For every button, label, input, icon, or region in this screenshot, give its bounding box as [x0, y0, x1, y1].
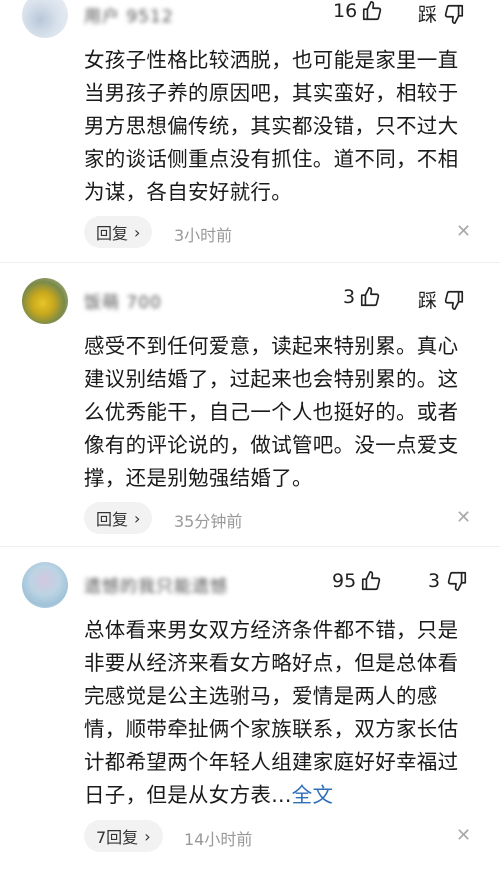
- thumbs-up-icon: [360, 570, 382, 592]
- timestamp: 3小时前: [174, 226, 233, 245]
- thumbs-down-icon: [446, 570, 468, 592]
- username[interactable]: 用户 9512: [84, 2, 174, 27]
- timestamp: 35分钟前: [174, 512, 243, 531]
- username[interactable]: 遗憾的我只能遗憾: [84, 572, 228, 597]
- comment-text-content: 总体看来男女双方经济条件都不错，只是非要从经济来看女方略好点，但是总体看完感觉是…: [84, 618, 459, 807]
- close-icon[interactable]: ✕: [456, 825, 471, 846]
- reply-label: 7回复: [96, 828, 139, 847]
- like-button[interactable]: 16: [333, 0, 383, 22]
- thumbs-up-icon: [359, 286, 381, 308]
- close-icon[interactable]: ✕: [456, 221, 471, 242]
- username[interactable]: 饭萌 700: [84, 288, 162, 313]
- like-button[interactable]: 3: [343, 286, 381, 308]
- thumbs-up-icon: [361, 0, 383, 22]
- dislike-button[interactable]: 踩: [418, 286, 465, 313]
- like-count: 3: [343, 286, 356, 308]
- dislike-button[interactable]: 踩: [418, 0, 465, 27]
- avatar[interactable]: [22, 562, 68, 608]
- reply-button[interactable]: 7回复 ›: [84, 820, 163, 852]
- dislike-label: 踩: [418, 4, 438, 26]
- like-button[interactable]: 95: [332, 570, 382, 592]
- divider: [0, 546, 500, 547]
- chevron-right-icon: ›: [134, 222, 141, 242]
- chevron-right-icon: ›: [144, 826, 151, 846]
- avatar[interactable]: [22, 278, 68, 324]
- timestamp: 14小时前: [184, 830, 253, 849]
- like-count: 95: [332, 570, 357, 592]
- comment-text: 感受不到任何爱意，读起来特别累。真心建议别结婚了，过起来也会特别累的。这么优秀能…: [84, 334, 459, 490]
- reply-label: 回复: [96, 510, 129, 529]
- like-count: 16: [333, 0, 358, 22]
- dislike-label: 踩: [418, 290, 438, 312]
- chevron-right-icon: ›: [134, 508, 141, 528]
- expand-fulltext-link[interactable]: 全文: [292, 783, 334, 807]
- reply-label: 回复: [96, 224, 129, 243]
- divider: [0, 262, 500, 263]
- reply-button[interactable]: 回复 ›: [84, 502, 153, 534]
- thumbs-down-icon: [443, 289, 465, 311]
- dislike-button[interactable]: 3: [428, 570, 468, 592]
- thumbs-down-icon: [443, 3, 465, 25]
- avatar[interactable]: [22, 0, 68, 38]
- dislike-count: 3: [428, 570, 441, 592]
- close-icon[interactable]: ✕: [456, 507, 471, 528]
- reply-button[interactable]: 回复 ›: [84, 216, 153, 248]
- comment-text: 女孩子性格比较洒脱，也可能是家里一直当男孩子养的原因吧，其实蛮好，相较于男方思想…: [84, 48, 459, 204]
- comment-text: 总体看来男女双方经济条件都不错，只是非要从经济来看女方略好点，但是总体看完感觉是…: [84, 614, 474, 812]
